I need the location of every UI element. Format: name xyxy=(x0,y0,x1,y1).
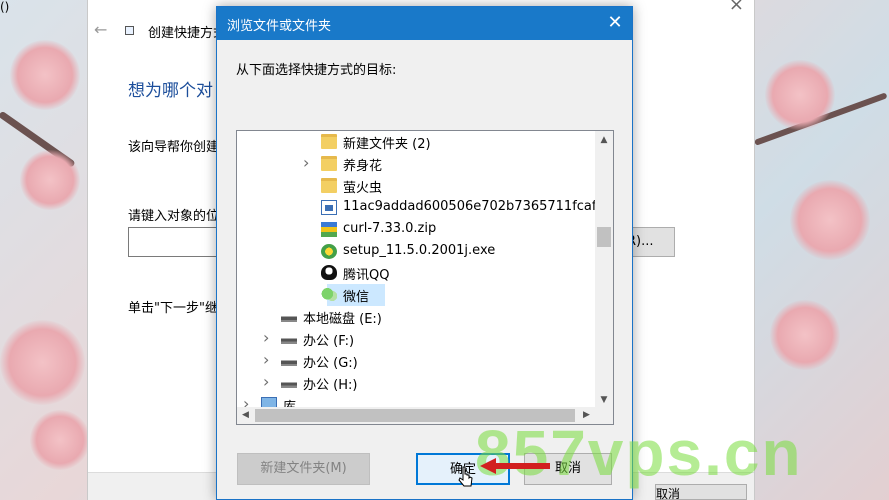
tree-item-label: curl-7.33.0.zip xyxy=(343,220,437,236)
blossom xyxy=(30,410,90,470)
tree-item-label: setup_11.5.0.2001j.exe xyxy=(343,242,496,258)
tree-item[interactable]: › 办公 (H:) xyxy=(237,372,595,394)
close-icon[interactable]: × xyxy=(729,0,744,15)
wechat-icon xyxy=(321,287,337,303)
watermark: 857vps.cn xyxy=(475,417,803,489)
expand-chevron-icon[interactable]: › xyxy=(263,350,275,369)
blossom xyxy=(0,320,85,405)
expand-chevron-icon[interactable]: › xyxy=(263,328,275,347)
wizard-description: 该向导帮你创建 xyxy=(128,140,220,155)
new-folder-button[interactable]: 新建文件夹(M) xyxy=(237,453,370,485)
expand-chevron-icon[interactable]: › xyxy=(263,372,275,391)
folder-tree[interactable]: 新建文件夹 (2) › 养身花萤火虫 11ac9addad600506e702b736… xyxy=(236,130,614,425)
drive-icon xyxy=(281,357,297,366)
tree-item-label: 腾讯QQ xyxy=(343,268,390,284)
folder-icon xyxy=(321,155,337,171)
tree-item-label: 萤火虫 xyxy=(343,180,383,196)
tree-item-label: 11ac9addad600506e702b7365711fcaf89f54 xyxy=(343,198,614,214)
tree-item[interactable]: › 办公 (G:) xyxy=(237,350,595,372)
dialog-close-icon[interactable]: ✕ xyxy=(598,7,632,40)
mouse-cursor-icon xyxy=(458,466,473,487)
tree-item[interactable]: 新建文件夹 (2) xyxy=(237,131,595,153)
tree-item[interactable]: › 养身花 xyxy=(237,153,595,175)
wizard-hint: 单击"下一步"继 xyxy=(128,301,218,316)
scroll-up-icon[interactable]: ▲ xyxy=(595,131,613,149)
drive-icon xyxy=(281,313,297,323)
qq-penguin-icon xyxy=(321,265,337,281)
dialog-prompt: 从下面选择快捷方式的目标: xyxy=(236,63,397,78)
blossom xyxy=(765,60,835,130)
tree-item[interactable]: 腾讯QQ xyxy=(237,262,595,284)
tree-item-label: 养身花 xyxy=(343,158,383,174)
blossom xyxy=(790,180,870,260)
blossom xyxy=(20,150,80,210)
vertical-scroll-thumb[interactable] xyxy=(597,227,611,247)
vertical-scrollbar[interactable]: ▲ ▼ xyxy=(595,131,613,409)
back-arrow-icon[interactable]: ← xyxy=(94,20,107,39)
tree-item-label: 办公 (G:) xyxy=(303,356,358,371)
red-annotation-arrow-icon xyxy=(480,458,550,474)
tree-item[interactable]: 微信 xyxy=(237,284,595,307)
folder-icon xyxy=(321,134,337,149)
blossom xyxy=(10,40,80,110)
scroll-left-icon[interactable]: ◀ xyxy=(237,407,254,424)
wizard-title: 创建快捷方式 xyxy=(148,26,227,41)
image-file-icon xyxy=(321,199,337,215)
tree-item[interactable]: › 办公 (F:) xyxy=(237,328,595,350)
tree-item[interactable]: 11ac9addad600506e702b7365711fcaf89f54 xyxy=(237,197,613,219)
tree-item[interactable]: setup_11.5.0.2001j.exe xyxy=(237,241,595,263)
dialog-titlebar[interactable]: 浏览文件或文件夹 ✕ xyxy=(217,7,632,40)
tree-item[interactable]: 萤火虫 xyxy=(237,175,595,197)
tree-item-label: 微信 xyxy=(343,290,370,306)
expand-chevron-icon[interactable]: › xyxy=(303,153,315,172)
blossom xyxy=(770,300,840,370)
location-label: 请键入对象的位 xyxy=(128,209,220,224)
dialog-title: 浏览文件或文件夹 xyxy=(227,19,332,34)
installer-icon xyxy=(321,243,337,259)
drive-icon xyxy=(281,378,297,388)
tree-item-label: 本地磁盘 (E:) xyxy=(303,312,382,328)
folder-icon xyxy=(321,177,337,193)
shortcut-icon xyxy=(125,26,134,35)
tree-item[interactable]: curl-7.33.0.zip xyxy=(237,219,595,241)
drive-icon xyxy=(281,335,297,345)
wizard-heading: 想为哪个对 xyxy=(128,81,213,101)
tree-item[interactable]: 本地磁盘 (E:) xyxy=(237,306,595,328)
zip-archive-icon xyxy=(321,221,337,237)
tree-item-label: 办公 (F:) xyxy=(303,334,355,350)
tree-item-label: 新建文件夹 (2) xyxy=(343,137,431,152)
tree-item-label: 办公 (H:) xyxy=(303,377,358,393)
